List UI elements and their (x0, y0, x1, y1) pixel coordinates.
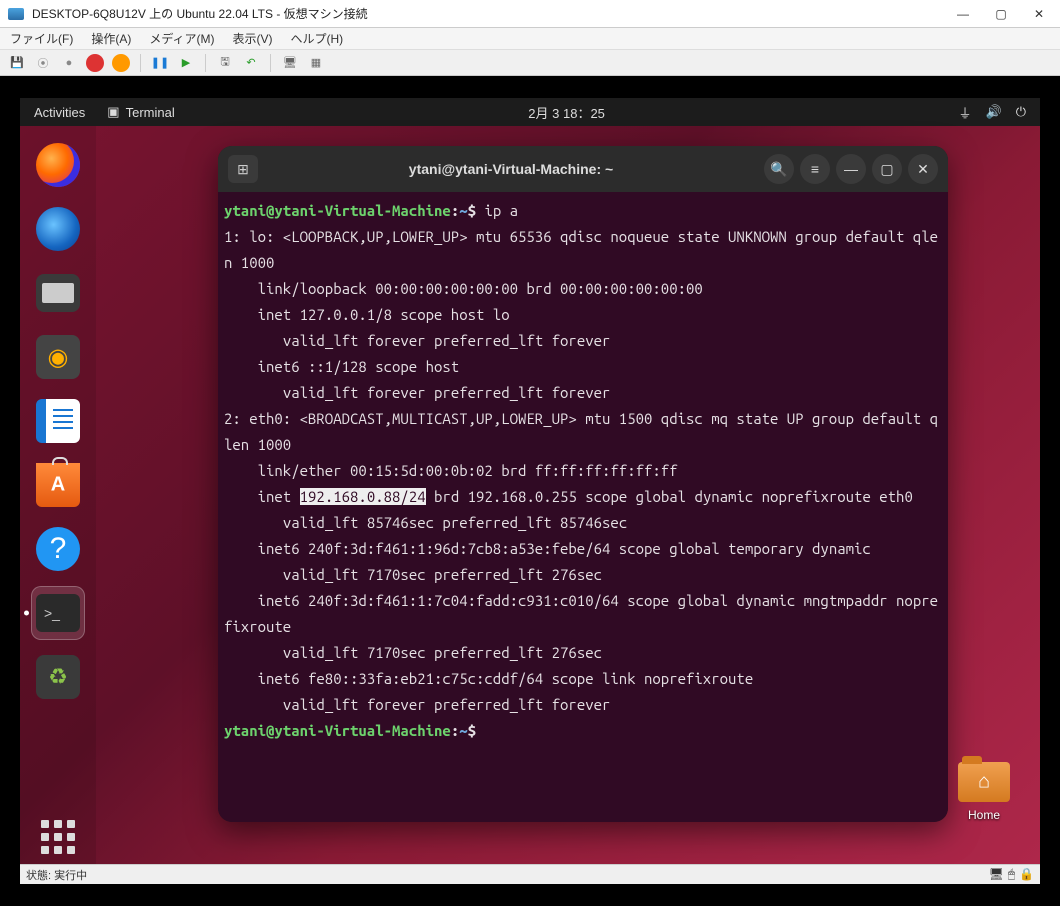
window-maximize-button[interactable]: ▢ (872, 154, 902, 184)
vm-titlebar: DESKTOP-6Q8U12V 上の Ubuntu 22.04 LTS - 仮想… (0, 0, 1060, 28)
toolbar-start-icon[interactable]: ▶ (177, 54, 195, 72)
maximize-button[interactable]: ▢ (994, 7, 1008, 21)
dock: ◉ ? >_ ♻ (20, 126, 96, 864)
toolbar-turnoff-icon[interactable] (86, 54, 104, 72)
terminal-title: ytani@ytani-Virtual-Machine: ~ (264, 161, 758, 177)
menu-view[interactable]: 表示(V) (232, 30, 272, 47)
status-display-icon: 🖥 (989, 867, 1004, 882)
status-mouse-icon: 🖱 (1008, 867, 1015, 882)
firefox-icon (36, 143, 80, 187)
toolbar-save-icon[interactable] (112, 54, 130, 72)
vm-window-title: DESKTOP-6Q8U12V 上の Ubuntu 22.04 LTS - 仮想… (32, 5, 956, 22)
gnome-topbar: Activities ▣ Terminal 2月 3 18：25 ⏚ 🔊 ⏻ (20, 98, 1040, 126)
menu-file[interactable]: ファイル(F) (10, 30, 73, 47)
dock-thunderbird[interactable] (31, 202, 85, 256)
toolbar-revert-icon[interactable]: ↶ (242, 54, 260, 72)
help-icon: ? (36, 527, 80, 571)
dock-files[interactable] (31, 266, 85, 320)
dock-software[interactable] (31, 458, 85, 512)
trash-icon: ♻ (36, 655, 80, 699)
menu-media[interactable]: メディア(M) (149, 30, 214, 47)
window-minimize-button[interactable]: ― (836, 154, 866, 184)
toolbar-checkpoint-icon[interactable]: 🖫 (216, 54, 234, 72)
software-icon (36, 463, 80, 507)
toolbar-shutdown-icon[interactable]: ● (60, 54, 78, 72)
desktop-home-folder[interactable]: Home (958, 762, 1010, 822)
prompt-sep: : (451, 202, 459, 219)
rhythmbox-icon: ◉ (36, 335, 80, 379)
menu-help[interactable]: ヘルプ(H) (290, 30, 343, 47)
highlighted-ip: 192.168.0.88/24 (300, 488, 426, 505)
prompt-path: ~ (459, 722, 467, 739)
toolbar-enhanced-icon[interactable]: 🖥 (281, 54, 299, 72)
show-applications[interactable] (31, 810, 85, 864)
dock-rhythmbox[interactable]: ◉ (31, 330, 85, 384)
power-icon[interactable]: ⏻ (1016, 104, 1026, 120)
new-tab-button[interactable]: ⊞ (228, 155, 258, 183)
vm-statusbar: 状態: 実行中 🖥 🖱 🔒 (20, 864, 1040, 884)
topbar-app-indicator[interactable]: ▣ Terminal (107, 104, 174, 120)
vm-menubar: ファイル(F) 操作(A) メディア(M) 表示(V) ヘルプ(H) (0, 28, 1060, 50)
status-text: 状態: 実行中 (26, 867, 87, 883)
search-button[interactable]: 🔍 (764, 154, 794, 184)
prompt-user: ytani@ytani-Virtual-Machine (224, 722, 451, 739)
status-lock-icon: 🔒 (1019, 867, 1034, 882)
toolbar-share-icon[interactable]: ▦ (307, 54, 325, 72)
minimize-button[interactable]: ― (956, 7, 970, 21)
network-icon[interactable]: ⏚ (959, 103, 972, 122)
terminal-titlebar: ⊞ ytani@ytani-Virtual-Machine: ~ 🔍 ≡ ― ▢… (218, 146, 948, 192)
toolbar-separator (140, 54, 141, 72)
menu-button[interactable]: ≡ (800, 154, 830, 184)
prompt-sym: $ (468, 202, 476, 219)
volume-icon[interactable]: 🔊 (986, 104, 1002, 120)
prompt-sym: $ (468, 722, 476, 739)
guest-desktop: Activities ▣ Terminal 2月 3 18：25 ⏚ 🔊 ⏻ ◉… (20, 98, 1040, 864)
toolbar-separator (270, 54, 271, 72)
command: ip a (484, 202, 518, 219)
vm-window-icon (8, 8, 24, 20)
activities-button[interactable]: Activities (34, 105, 85, 120)
prompt-user: ytani@ytani-Virtual-Machine (224, 202, 451, 219)
apps-grid-icon (41, 820, 75, 854)
folder-icon (958, 762, 1010, 802)
dock-writer[interactable] (31, 394, 85, 448)
terminal-output[interactable]: ytani@ytani-Virtual-Machine:~$ ip a 1: l… (218, 192, 948, 822)
topbar-clock[interactable]: 2月 3 18：25 (175, 103, 959, 122)
dock-trash[interactable]: ♻ (31, 650, 85, 704)
writer-icon (36, 399, 80, 443)
vm-toolbar: 💾 ⦿ ● ❚❚ ▶ 🖫 ↶ 🖥 ▦ (0, 50, 1060, 76)
terminal-icon: ▣ (107, 104, 119, 120)
dock-firefox[interactable] (31, 138, 85, 192)
menu-action[interactable]: 操作(A) (91, 30, 131, 47)
toolbar-pause-icon[interactable]: ❚❚ (151, 54, 169, 72)
prompt-path: ~ (459, 202, 467, 219)
files-icon (36, 274, 80, 312)
folder-label: Home (958, 808, 1010, 822)
toolbar-ctrl-alt-del-icon[interactable]: 💾 (8, 54, 26, 72)
window-close-button[interactable]: ✕ (908, 154, 938, 184)
close-button[interactable]: ✕ (1032, 7, 1046, 21)
output-block-2: brd 192.168.0.255 scope global dynamic n… (224, 488, 938, 713)
terminal-icon: >_ (36, 594, 80, 632)
terminal-window[interactable]: ⊞ ytani@ytani-Virtual-Machine: ~ 🔍 ≡ ― ▢… (218, 146, 948, 822)
dock-help[interactable]: ? (31, 522, 85, 576)
topbar-app-label: Terminal (126, 105, 175, 120)
output-block-1: 1: lo: <LOOPBACK,UP,LOWER_UP> mtu 65536 … (224, 228, 938, 505)
toolbar-stop-icon[interactable]: ⦿ (34, 54, 52, 72)
prompt-sep: : (451, 722, 459, 739)
thunderbird-icon (36, 207, 80, 251)
dock-terminal[interactable]: >_ (31, 586, 85, 640)
toolbar-separator (205, 54, 206, 72)
